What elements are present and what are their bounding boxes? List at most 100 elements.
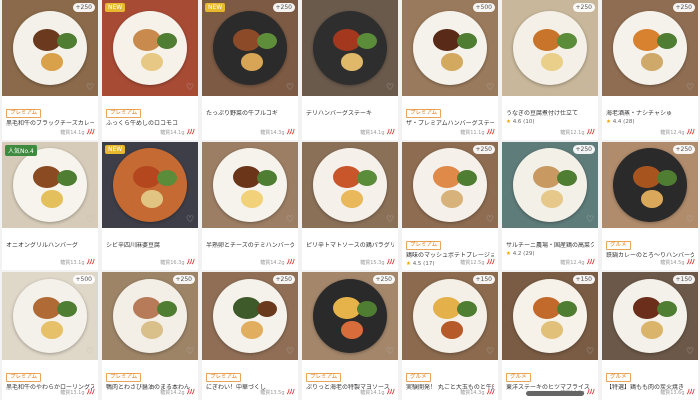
- food-item: [41, 53, 63, 71]
- plate-image: [213, 279, 287, 353]
- meal-card[interactable]: +500 ♡ プレミアム黒毛和牛のやわらかローリングステーキ糖質13.1gﾉﾉﾉ: [2, 272, 98, 400]
- meal-card[interactable]: ♡ ピリ辛トマトソースの鶏パラグリル 糖質15.3g ﾉﾉﾉ: [302, 142, 398, 270]
- meal-name[interactable]: デリハンバーグステーキ: [306, 110, 394, 118]
- plate-image: [613, 11, 687, 85]
- heart-icon[interactable]: ♡: [685, 347, 695, 357]
- spice-level-icon: ﾉﾉﾉ: [286, 258, 295, 266]
- meal-name[interactable]: 半熟卵とチーズのデミハンバーグ: [206, 242, 294, 250]
- heart-icon[interactable]: ♡: [385, 83, 395, 93]
- meal-card[interactable]: NEW +250 ♡ たっぷり野菜の牛プルコギ 糖質14.3g ﾉﾉﾉ: [202, 0, 298, 140]
- meal-photo[interactable]: NEW +250 ♡: [202, 0, 298, 96]
- meal-name[interactable]: うなぎの豆腐煮付け仕立て: [506, 110, 594, 118]
- star-icon: ★: [506, 119, 513, 125]
- meal-card[interactable]: 人気No.4 ♡ オニオングリルハンバーグ 糖質13.1g ﾉﾉﾉ: [2, 142, 98, 270]
- category-tag: プレミアム: [306, 373, 342, 382]
- meal-photo[interactable]: +250 ♡: [2, 0, 98, 96]
- heart-icon[interactable]: ♡: [585, 215, 595, 225]
- heart-icon[interactable]: ♡: [385, 347, 395, 357]
- meal-card[interactable]: +250 ♡ プレミアム 鴨肉とわさび醤油のまる本わん 糖質14.2g ﾉﾉﾉ: [102, 272, 198, 400]
- spice-level-icon: ﾉﾉﾉ: [386, 388, 395, 396]
- heart-icon[interactable]: ♡: [185, 215, 195, 225]
- meal-name[interactable]: 海老酒蒸・ナシチャシゅ: [606, 110, 694, 118]
- meal-card[interactable]: +250 ♡ 海老酒蒸・ナシチャシゅ ★ 4.4 (28) 糖質12.4g ﾉﾉﾉ: [602, 0, 698, 140]
- meal-photo[interactable]: 人気No.4 ♡: [2, 142, 98, 228]
- meal-card[interactable]: +250 ♡ プレミアム にぎわい！中華づくし 糖質13.5g ﾉﾉﾉ: [202, 272, 298, 400]
- rating-value: 4.5 (17): [412, 261, 435, 267]
- meal-photo[interactable]: +500 ♡: [402, 0, 498, 96]
- meal-card[interactable]: +250 ♡ グルメ 鉄鍋カレーのとろ〜りハンバーグ 糖質14.5g ﾉﾉﾉ: [602, 142, 698, 270]
- meal-photo[interactable]: +250 ♡: [602, 0, 698, 96]
- meal-card[interactable]: +500 ♡ プレミアム ザ・プレミアムハンバーグステーキ 糖質11.1g ﾉﾉﾉ: [402, 0, 498, 140]
- meal-card[interactable]: NEW ♡ シビ辛四川麻婆豆腐 糖質16.3g ﾉﾉﾉ: [102, 142, 198, 270]
- meal-photo[interactable]: +250 ♡: [102, 272, 198, 360]
- meal-photo[interactable]: ♡: [302, 142, 398, 228]
- heart-icon[interactable]: ♡: [485, 215, 495, 225]
- meal-name[interactable]: サルチーニ農場・国産鶏の高菜クリーム仕立て: [506, 242, 594, 250]
- food-item: [157, 170, 177, 186]
- plate-image: [13, 279, 87, 353]
- meal-photo[interactable]: +500 ♡: [2, 272, 98, 360]
- heart-icon[interactable]: ♡: [285, 347, 295, 357]
- meal-photo[interactable]: +250 ♡: [302, 272, 398, 360]
- heart-icon[interactable]: ♡: [585, 347, 595, 357]
- heart-icon[interactable]: ♡: [385, 215, 395, 225]
- heart-icon[interactable]: ♡: [185, 83, 195, 93]
- heart-icon[interactable]: ♡: [85, 215, 95, 225]
- meal-photo[interactable]: +150 ♡: [502, 272, 598, 360]
- meal-card[interactable]: +250 ♡ サルチーニ農場・国産鶏の高菜クリーム仕立て★ 4.2 (29) 糖質12…: [502, 142, 598, 270]
- heart-icon[interactable]: ♡: [185, 347, 195, 357]
- meal-info: デリハンバーグステーキ 糖質14.1g ﾉﾉﾉ: [302, 96, 398, 140]
- meal-photo[interactable]: NEW ♡: [102, 0, 198, 96]
- carb-label: 糖質14.5g: [660, 259, 685, 266]
- food-item: [441, 53, 463, 71]
- category-tag: グルメ: [406, 373, 431, 382]
- category-tag: プレミアム: [206, 373, 242, 382]
- new-badge: NEW: [205, 3, 226, 12]
- heart-icon[interactable]: ♡: [685, 83, 695, 93]
- heart-icon[interactable]: ♡: [285, 215, 295, 225]
- heart-icon[interactable]: ♡: [485, 347, 495, 357]
- food-item: [457, 33, 477, 49]
- carb-label: 糖質13.1g: [60, 389, 85, 396]
- meal-photo[interactable]: ♡: [202, 142, 298, 228]
- food-item: [157, 301, 177, 317]
- meal-card[interactable]: +150 ♡ グルメ実験開発！ 丸ごと大玉ものと牛肉の煮糖質14.3gﾉﾉﾉ: [402, 272, 498, 400]
- meal-name[interactable]: シビ辛四川麻婆豆腐: [106, 242, 194, 250]
- meal-card[interactable]: +250 ♡ うなぎの豆腐煮付け仕立て ★ 4.6 (10) 糖質12.1g ﾉﾉﾉ: [502, 0, 598, 140]
- meal-card[interactable]: ♡ デリハンバーグステーキ 糖質14.1g ﾉﾉﾉ: [302, 0, 398, 140]
- meal-card[interactable]: +250 ♡ プレミアム ぷりっと海老の特製マヨソース 糖質14.1g ﾉﾉﾉ: [302, 272, 398, 400]
- heart-icon[interactable]: ♡: [685, 215, 695, 225]
- heart-icon[interactable]: ♡: [85, 83, 95, 93]
- food-item: [657, 33, 677, 49]
- meal-photo[interactable]: +250 ♡: [502, 0, 598, 96]
- meal-info: うなぎの豆腐煮付け仕立て ★ 4.6 (10) 糖質12.1g ﾉﾉﾉ: [502, 96, 598, 140]
- plate-image: [513, 279, 587, 353]
- meal-name[interactable]: オニオングリルハンバーグ: [6, 242, 94, 250]
- horizontal-scrollbar[interactable]: [526, 391, 584, 396]
- spice-level-icon: ﾉﾉﾉ: [286, 388, 295, 396]
- meal-card[interactable]: +150♡グルメ東洋ステーキのヒツマブライス糖質14.8gﾉﾉﾉ: [502, 272, 598, 400]
- meal-card[interactable]: NEW ♡ プレミアム ふっくら牛めしのロコモコ 糖質14.1g ﾉﾉﾉ: [102, 0, 198, 140]
- meal-photo[interactable]: +250 ♡: [202, 272, 298, 360]
- meal-photo[interactable]: +150 ♡: [402, 272, 498, 360]
- meal-card[interactable]: +250 ♡ プレミアム 鶏味のマッシュポテトプレージョ ★ 4.5 (17) 糖質12.…: [402, 142, 498, 270]
- meal-card[interactable]: +150 ♡ グルメ 【特選】鶏もも肉の炭火焼き 糖質13.6g ﾉﾉﾉ: [602, 272, 698, 400]
- meal-name[interactable]: たっぷり野菜の牛プルコギ: [206, 110, 294, 118]
- heart-icon[interactable]: ♡: [85, 347, 95, 357]
- heart-icon[interactable]: ♡: [285, 83, 295, 93]
- meal-photo[interactable]: NEW ♡: [102, 142, 198, 228]
- meal-photo[interactable]: ♡: [302, 0, 398, 96]
- category-tag: プレミアム: [6, 373, 42, 382]
- heart-icon[interactable]: ♡: [485, 83, 495, 93]
- meal-card[interactable]: ♡ 半熟卵とチーズのデミハンバーグ 糖質14.2g ﾉﾉﾉ: [202, 142, 298, 270]
- spice-level-icon: ﾉﾉﾉ: [686, 128, 695, 136]
- meal-photo[interactable]: +250 ♡: [502, 142, 598, 228]
- meal-name[interactable]: ピリ辛トマトソースの鶏パラグリル: [306, 242, 394, 250]
- carb-label: 糖質14.3g: [260, 129, 285, 136]
- food-item: [141, 321, 163, 339]
- meal-photo[interactable]: +250 ♡: [602, 142, 698, 228]
- meal-photo[interactable]: +150 ♡: [602, 272, 698, 360]
- meal-photo[interactable]: +250 ♡: [402, 142, 498, 228]
- meal-card[interactable]: +250 ♡ プレミアム 黒毛和牛のブラックチーズカレー 糖質14.1g ﾉﾉﾉ: [2, 0, 98, 140]
- heart-icon[interactable]: ♡: [585, 83, 595, 93]
